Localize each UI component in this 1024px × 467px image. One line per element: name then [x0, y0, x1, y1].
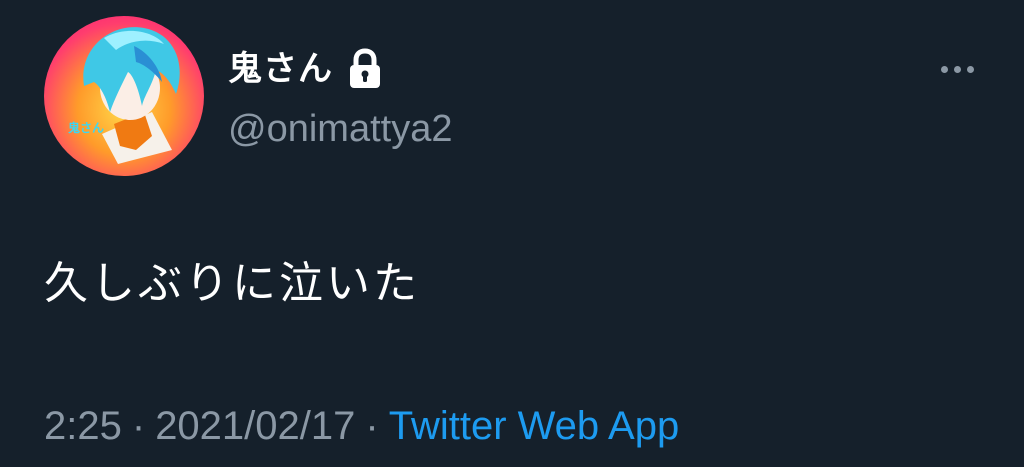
tweet-text: 久しぶりに泣いた — [44, 258, 420, 309]
more-horizontal-icon — [940, 65, 948, 73]
tweet-metadata: 2:25 · 2021/02/17 · Twitter Web App — [44, 398, 679, 454]
avatar-illustration: 鬼さん — [68, 27, 180, 164]
tweet-source-link[interactable]: Twitter Web App — [389, 404, 680, 448]
meta-separator: · — [131, 404, 146, 448]
lock-icon — [345, 48, 385, 90]
display-name[interactable]: 鬼さん — [228, 44, 333, 94]
meta-separator: · — [365, 404, 379, 448]
avatar-signature-text: 鬼さん — [68, 120, 104, 135]
more-horizontal-icon-dot — [953, 65, 961, 73]
tweet-card: 鬼さん 鬼さん @onimattya2 久しぶりに泣いた 2:25 · 2021/0… — [0, 0, 1024, 467]
more-options-button[interactable] — [930, 52, 984, 86]
tweet-time[interactable]: 2:25 — [44, 404, 122, 448]
tweet-date[interactable]: 2021/02/17 — [155, 404, 355, 448]
avatar[interactable]: 鬼さん — [44, 16, 204, 176]
more-horizontal-icon-dot — [966, 65, 974, 73]
name-row: 鬼さん — [228, 44, 385, 94]
user-handle[interactable]: @onimattya2 — [228, 105, 452, 153]
